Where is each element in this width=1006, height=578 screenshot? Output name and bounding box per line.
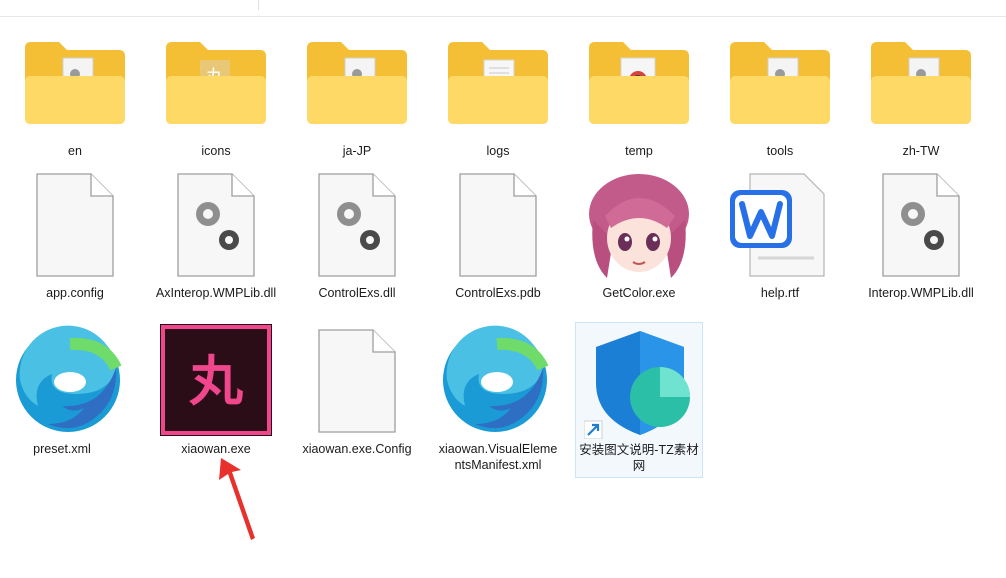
dll-gear-icon [318,173,396,277]
shield-shortcut-icon [584,331,690,439]
file-item-controlexs-dll[interactable]: ControlExs.dll [295,170,419,320]
file-label: xiaowan.exe.Config [302,442,412,456]
file-item-interop-wmplib-dll[interactable]: Interop.WMPLib.dll [859,170,983,320]
folder-label: tools [766,144,794,158]
divider [258,0,259,10]
folder-label: icons [201,144,231,158]
folder-icon [730,42,830,124]
folder-icon [307,42,407,124]
file-label: Interop.WMPLib.dll [868,286,974,300]
file-item-help-rtf[interactable]: help.rtf [718,170,842,320]
blank-file-icon [36,173,114,277]
folder-item-ja-jp[interactable]: ja-JP [295,36,419,164]
file-item-xiaowan-visualelementsmanifest-xml[interactable]: xiaowan.VisualElementsManifest.xml [436,324,560,474]
blank-file-icon [318,329,396,433]
file-label: help.rtf [760,286,800,300]
file-label: ControlExs.dll [318,286,396,300]
file-label: ControlExs.pdb [455,286,541,300]
edge-icon [443,325,549,432]
file-item-axinterop-wmplib-dll[interactable]: AxInterop.WMPLib.dll [154,170,278,320]
file-item-xiaowan-exe-config[interactable]: xiaowan.exe.Config [295,324,419,474]
folder-icon: 丸 [166,42,266,124]
folder-icon [589,42,689,124]
folder-item-tools[interactable]: tools [718,36,842,164]
anime-girl-icon [589,174,689,278]
dll-gear-icon [882,173,960,277]
blank-file-icon [459,173,537,277]
file-item-controlexs-pdb[interactable]: ControlExs.pdb [436,170,560,320]
edge-icon [16,325,122,432]
file-item-preset-xml[interactable]: preset.xml [0,324,124,474]
folder-label: temp [625,144,653,158]
file-label: xiaowan.VisualElementsManifest.xml [438,442,558,472]
folder-label: en [68,144,82,158]
file-item-app-config[interactable]: app.config [13,170,137,320]
folder-item-logs[interactable]: logs [436,36,560,164]
wps-writer-icon [730,173,825,277]
xiaowan-glyph: 丸 [188,350,243,413]
file-label: GetColor.exe [602,286,676,300]
folder-label: zh-TW [902,144,940,158]
folder-item-icons[interactable]: 丸 icons [154,36,278,164]
file-label: preset.xml [33,442,91,456]
folder-item-temp[interactable]: temp [577,36,701,164]
folder-label: ja-JP [342,144,372,158]
folder-item-zh-tw[interactable]: zh-TW [859,36,983,164]
red-arrow-annotation [219,458,255,540]
file-label: app.config [46,286,104,300]
folder-label: logs [486,144,510,158]
address-bar-strip [0,0,1006,17]
file-item-install-guide-shortcut[interactable]: 安装图文说明-TZ素材网 [575,322,703,478]
folder-icon [448,42,548,124]
xiaowan-app-icon: 丸 [160,324,272,436]
file-label: 安装图文说明-TZ素材网 [579,443,699,473]
folder-icon [871,42,971,124]
folder-icon [25,42,125,124]
file-label: AxInterop.WMPLib.dll [155,286,277,300]
file-item-getcolor-exe[interactable]: GetColor.exe [577,170,701,320]
dll-gear-icon [177,173,255,277]
folder-item-en[interactable]: en [13,36,137,164]
